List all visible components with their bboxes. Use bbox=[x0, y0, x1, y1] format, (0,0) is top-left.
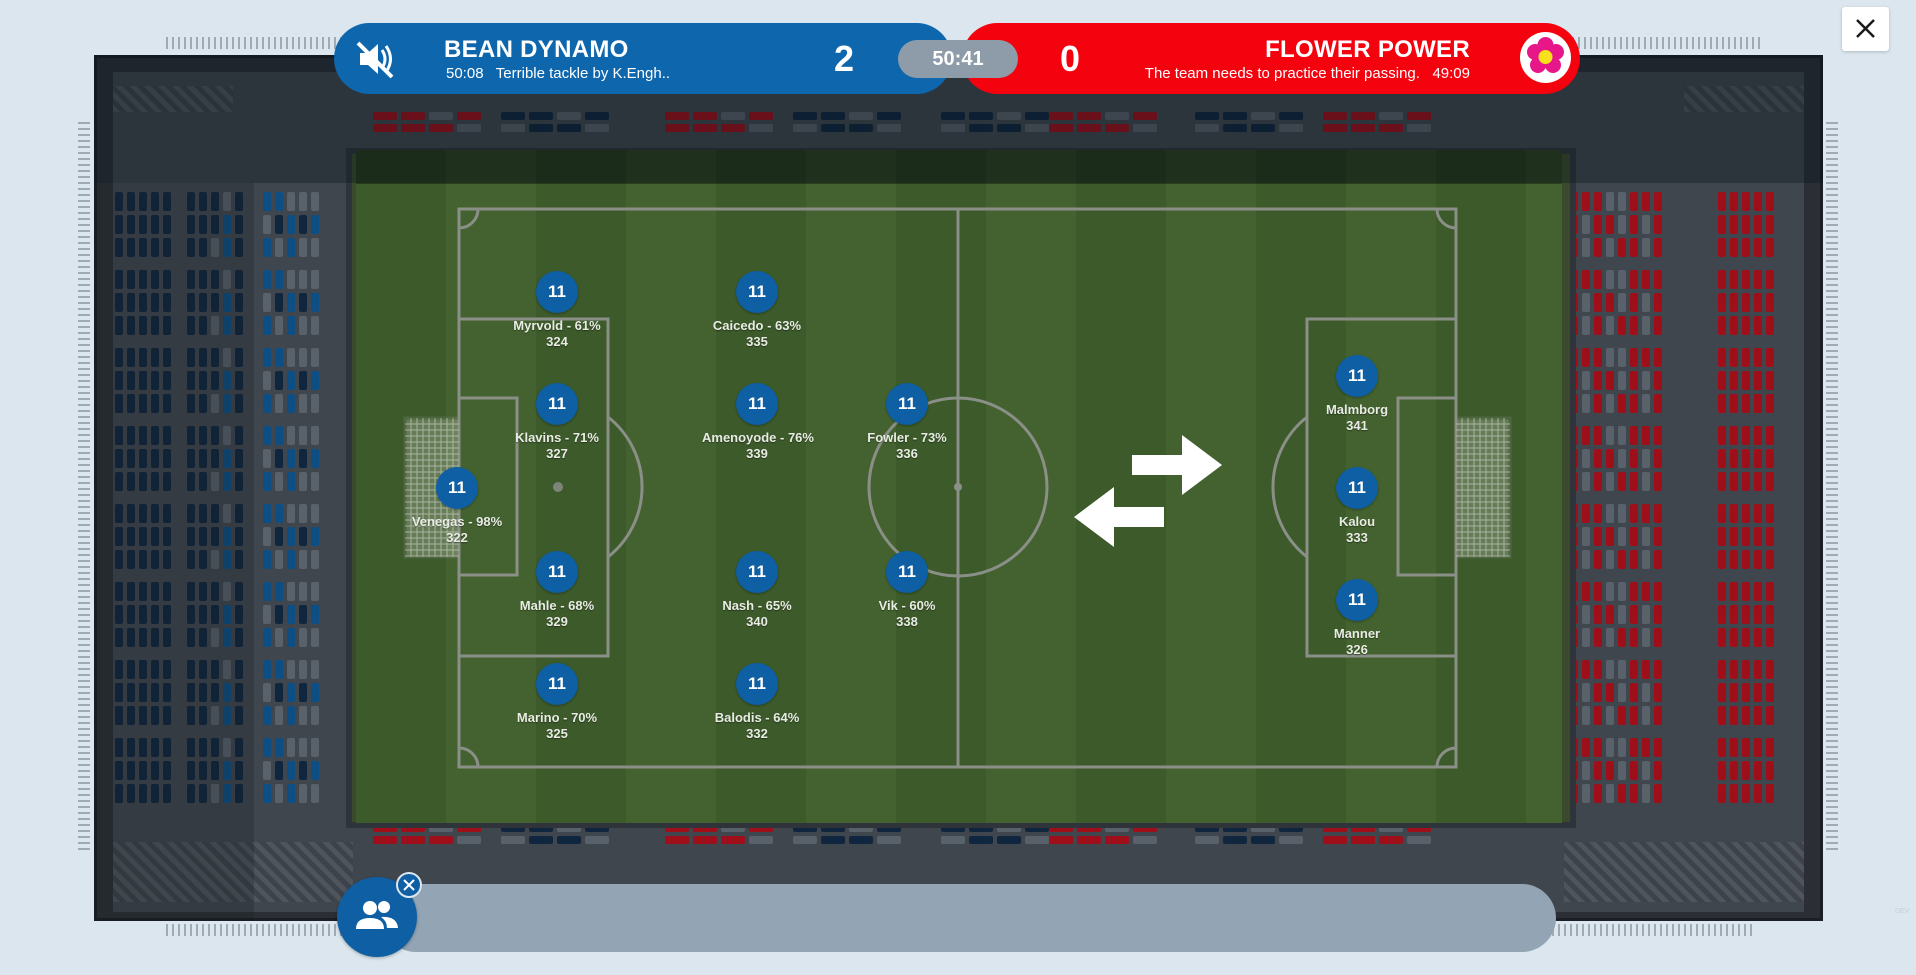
away-team-name: FLOWER POWER bbox=[1265, 36, 1470, 63]
player-value: 336 bbox=[896, 446, 918, 461]
player-name: Manner bbox=[1333, 626, 1381, 641]
player-name: Balodis - 64% bbox=[714, 710, 800, 725]
player-number: 11 bbox=[886, 383, 928, 425]
player-value: 327 bbox=[546, 446, 568, 461]
player-name: Nash - 65% bbox=[722, 598, 792, 613]
player-marker[interactable]: 11 Balodis - 64% 332 bbox=[702, 663, 812, 742]
pitch-markings bbox=[403, 207, 1512, 769]
player-value: 341 bbox=[1346, 418, 1368, 433]
home-team-bar bbox=[334, 23, 952, 94]
player-number: 11 bbox=[1336, 579, 1378, 621]
close-icon bbox=[1856, 19, 1875, 38]
player-number: 11 bbox=[536, 663, 578, 705]
player-marker[interactable]: 11 Venegas - 98% 322 bbox=[402, 467, 512, 546]
away-score: 0 bbox=[1060, 38, 1081, 79]
home-score: 2 bbox=[834, 38, 855, 79]
player-value: 338 bbox=[896, 614, 918, 629]
player-name: Klavins - 71% bbox=[515, 430, 599, 445]
player-marker[interactable]: 11 Amenoyode - 76% 339 bbox=[702, 383, 814, 462]
player-name: Myrvold - 61% bbox=[513, 318, 601, 333]
player-marker[interactable]: 11 Fowler - 73% 336 bbox=[852, 383, 962, 462]
player-marker[interactable]: 11 Nash - 65% 340 bbox=[702, 551, 812, 630]
player-name: Kalou bbox=[1338, 514, 1376, 529]
player-number: 11 bbox=[736, 271, 778, 313]
player-name: Caicedo - 63% bbox=[712, 318, 802, 333]
player-value: 332 bbox=[746, 726, 768, 741]
player-value: 335 bbox=[746, 334, 768, 349]
home-team-name: BEAN DYNAMO bbox=[444, 36, 629, 63]
player-marker[interactable]: 11 Mahle - 68% 329 bbox=[502, 551, 612, 630]
player-number: 11 bbox=[736, 383, 778, 425]
commentary-bar bbox=[382, 884, 1556, 952]
player-value: 324 bbox=[546, 334, 568, 349]
player-marker[interactable]: 11 Kalou 333 bbox=[1302, 467, 1412, 546]
build-watermark: DEV bbox=[1895, 908, 1910, 915]
player-number: 11 bbox=[886, 551, 928, 593]
player-number: 11 bbox=[536, 271, 578, 313]
home-event-text: Terrible tackle by K.Engh.. bbox=[495, 65, 671, 82]
player-name: Mahle - 68% bbox=[519, 598, 595, 613]
player-name: Venegas - 98% bbox=[411, 514, 503, 529]
player-marker[interactable]: 11 Klavins - 71% 327 bbox=[502, 383, 612, 462]
volume-off-icon bbox=[356, 41, 394, 79]
player-name: Malmborg bbox=[1325, 402, 1389, 417]
player-marker[interactable]: 11 Malmborg 341 bbox=[1302, 355, 1412, 434]
player-number: 11 bbox=[736, 663, 778, 705]
player-number: 11 bbox=[436, 467, 478, 509]
away-team-badge bbox=[1520, 32, 1571, 83]
home-event-time: 50:08 bbox=[446, 65, 484, 82]
player-value: 325 bbox=[546, 726, 568, 741]
player-name: Vik - 60% bbox=[878, 598, 936, 613]
close-button[interactable] bbox=[1842, 7, 1889, 51]
goal-right bbox=[1454, 416, 1512, 559]
player-marker[interactable]: 11 Manner 326 bbox=[1302, 579, 1412, 658]
player-marker[interactable]: 11 Marino - 70% 325 bbox=[502, 663, 612, 742]
player-name: Fowler - 73% bbox=[867, 430, 947, 445]
player-marker[interactable]: 11 Caicedo - 63% 335 bbox=[702, 271, 812, 350]
player-marker[interactable]: 11 Myrvold - 61% 324 bbox=[502, 271, 612, 350]
swap-arrows-icon[interactable] bbox=[1070, 425, 1226, 551]
player-number: 11 bbox=[536, 551, 578, 593]
player-name: Marino - 70% bbox=[516, 710, 598, 725]
player-marker[interactable]: 11 Vik - 60% 338 bbox=[852, 551, 962, 630]
player-number: 11 bbox=[736, 551, 778, 593]
away-event-text: The team needs to practice their passing… bbox=[1144, 65, 1420, 82]
player-value: 322 bbox=[446, 530, 468, 545]
match-clock: 50:41 bbox=[898, 40, 1018, 78]
player-number: 11 bbox=[536, 383, 578, 425]
player-number: 11 bbox=[1336, 467, 1378, 509]
close-icon bbox=[403, 879, 415, 891]
team-close-button[interactable] bbox=[396, 872, 422, 898]
player-name: Amenoyode - 76% bbox=[702, 430, 814, 445]
player-value: 326 bbox=[1346, 642, 1368, 657]
flower-icon bbox=[1527, 37, 1564, 73]
player-value: 339 bbox=[746, 446, 768, 461]
home-event: 50:08 Terrible tackle by K.Engh.. bbox=[446, 65, 670, 82]
away-event: The team needs to practice their passing… bbox=[1145, 65, 1470, 82]
player-number: 11 bbox=[1336, 355, 1378, 397]
player-value: 333 bbox=[1346, 530, 1368, 545]
player-value: 329 bbox=[546, 614, 568, 629]
mute-button[interactable] bbox=[352, 37, 400, 81]
away-event-time: 49:09 bbox=[1432, 65, 1470, 82]
player-value: 340 bbox=[746, 614, 768, 629]
